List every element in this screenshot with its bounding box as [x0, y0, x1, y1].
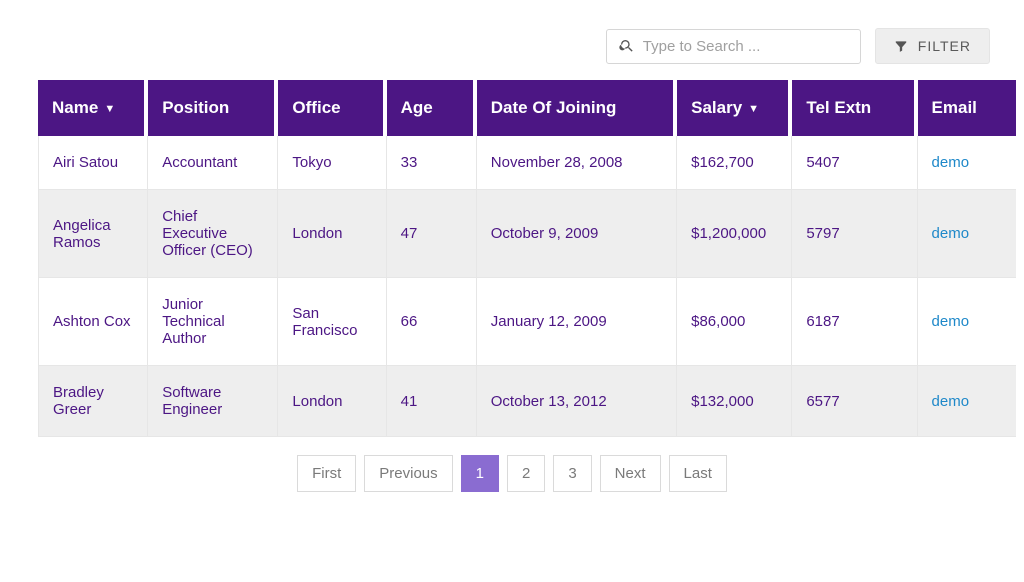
table-row: Ashton Cox Junior Technical Author San F…: [38, 278, 1016, 366]
search-icon: [619, 38, 635, 54]
table-row: Bradley Greer Software Engineer London 4…: [38, 366, 1016, 437]
cell-office: London: [278, 190, 386, 278]
cell-office: San Francisco: [278, 278, 386, 366]
search-input[interactable]: [643, 38, 848, 55]
cell-tel: 5407: [792, 136, 917, 190]
sort-icon: ▼: [104, 103, 115, 115]
cell-doj: January 12, 2009: [477, 278, 677, 366]
cell-name: Ashton Cox: [38, 278, 148, 366]
cell-office: Tokyo: [278, 136, 386, 190]
cell-name: Angelica Ramos: [38, 190, 148, 278]
cell-email[interactable]: demo: [918, 136, 1016, 190]
cell-age: 47: [387, 190, 477, 278]
cell-doj: October 9, 2009: [477, 190, 677, 278]
cell-age: 33: [387, 136, 477, 190]
table-row: Angelica Ramos Chief Executive Officer (…: [38, 190, 1016, 278]
col-header-tel[interactable]: Tel Extn: [792, 80, 917, 136]
cell-office: London: [278, 366, 386, 437]
cell-position: Software Engineer: [148, 366, 278, 437]
page-number[interactable]: 2: [507, 455, 545, 492]
cell-salary: $132,000: [677, 366, 792, 437]
col-header-age[interactable]: Age: [387, 80, 477, 136]
table-body: Airi Satou Accountant Tokyo 33 November …: [38, 136, 1016, 437]
cell-email[interactable]: demo: [918, 190, 1016, 278]
col-header-office[interactable]: Office: [278, 80, 386, 136]
filter-label: FILTER: [918, 38, 971, 54]
col-header-email[interactable]: Email: [918, 80, 1016, 136]
cell-tel: 6187: [792, 278, 917, 366]
cell-name: Airi Satou: [38, 136, 148, 190]
cell-position: Junior Technical Author: [148, 278, 278, 366]
page-number[interactable]: 3: [553, 455, 591, 492]
table-scroll[interactable]: Name▼ Position Office Age Date Of Joinin…: [8, 80, 1016, 437]
table-row: Airi Satou Accountant Tokyo 33 November …: [38, 136, 1016, 190]
page-number[interactable]: 1: [461, 455, 499, 492]
page-prev[interactable]: Previous: [364, 455, 452, 492]
col-header-position[interactable]: Position: [148, 80, 278, 136]
page-first[interactable]: First: [297, 455, 356, 492]
filter-button[interactable]: FILTER: [875, 28, 990, 64]
cell-age: 66: [387, 278, 477, 366]
cell-salary: $86,000: [677, 278, 792, 366]
cell-age: 41: [387, 366, 477, 437]
col-header-name[interactable]: Name▼: [38, 80, 148, 136]
page-last[interactable]: Last: [669, 455, 727, 492]
cell-doj: October 13, 2012: [477, 366, 677, 437]
search-box[interactable]: [606, 29, 861, 64]
cell-position: Chief Executive Officer (CEO): [148, 190, 278, 278]
cell-position: Accountant: [148, 136, 278, 190]
col-header-salary[interactable]: Salary▼: [677, 80, 792, 136]
page-next[interactable]: Next: [600, 455, 661, 492]
cell-tel: 6577: [792, 366, 917, 437]
cell-email[interactable]: demo: [918, 278, 1016, 366]
toolbar: FILTER: [8, 28, 1016, 80]
cell-name: Bradley Greer: [38, 366, 148, 437]
sort-icon: ▼: [748, 103, 759, 115]
cell-email[interactable]: demo: [918, 366, 1016, 437]
cell-salary: $1,200,000: [677, 190, 792, 278]
col-header-doj[interactable]: Date Of Joining: [477, 80, 677, 136]
filter-icon: [894, 39, 908, 53]
data-table: Name▼ Position Office Age Date Of Joinin…: [38, 80, 1016, 437]
cell-doj: November 28, 2008: [477, 136, 677, 190]
pagination: First Previous 1 2 3 Next Last: [8, 437, 1016, 492]
header-row: Name▼ Position Office Age Date Of Joinin…: [38, 80, 1016, 136]
cell-salary: $162,700: [677, 136, 792, 190]
cell-tel: 5797: [792, 190, 917, 278]
